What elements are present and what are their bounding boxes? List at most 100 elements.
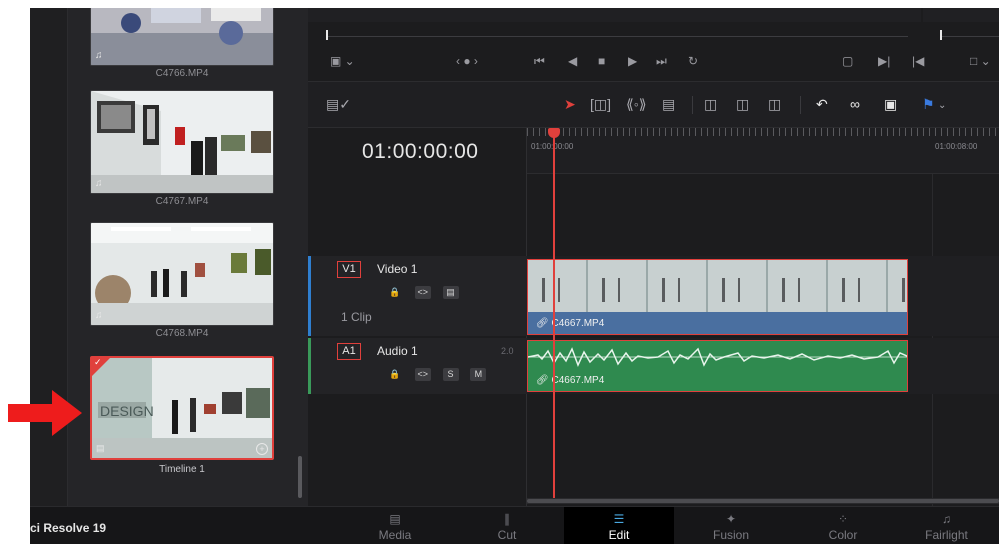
timeline-ruler[interactable]: 01:00:00:00 01:00:08:00 — [527, 128, 999, 174]
timeline-area[interactable]: 01:00:00:00 01:00:08:00 🔗︎ C4667.MP4 🔗︎ … — [527, 128, 999, 506]
page-navigation-bar: ci Resolve 19 ▤ Media ∥ Cut ☰ Edit ✦ Fus… — [30, 506, 999, 544]
play-reverse-icon[interactable]: ◀ — [568, 54, 577, 68]
timeline-playhead-small[interactable] — [940, 30, 942, 40]
clip-name: C4766.MP4 — [155, 68, 209, 79]
cut-page-icon: ∥ — [504, 512, 510, 526]
clip-thumbnail[interactable]: ♫ — [90, 8, 274, 66]
clip-name: Timeline 1 — [159, 464, 205, 475]
clip-view-dropdown-icon[interactable]: ▣ ⌄ — [330, 54, 355, 68]
clip-thumbnail[interactable]: ♫ — [90, 90, 274, 194]
clip-thumbnail-image — [91, 91, 273, 193]
viewer-transport: ▣ ⌄ ‹ ● › ⏮ ◀ ■ ▶ ⏭ ↻ ▢ ▶| |◀ □ ⌄ — [308, 8, 999, 82]
page-label: Color — [828, 528, 858, 542]
source-playhead[interactable] — [326, 30, 328, 40]
linked-selection-icon[interactable]: ∞ — [850, 96, 860, 112]
video-track-header[interactable]: V1 Video 1 🔒 <> ▤ 1 Clip — [308, 256, 527, 336]
audio-track-header[interactable]: A1 Audio 1 2.0 🔒 <> S M — [308, 338, 527, 394]
loop-icon[interactable]: ↻ — [688, 54, 698, 68]
mark-in-icon[interactable]: ▶| — [878, 54, 890, 68]
color-page-icon: ⁘ — [837, 512, 849, 526]
jump-to-end-icon[interactable]: ⏭ — [656, 54, 667, 68]
page-tab-edit[interactable]: ☰ Edit — [564, 507, 674, 544]
link-icon: 🔗︎ — [536, 375, 549, 386]
insert-clip-icon[interactable]: ◫ — [704, 96, 717, 112]
fusion-page-icon: ✦ — [725, 512, 737, 526]
audio-channels: 2.0 — [501, 346, 514, 356]
play-icon[interactable]: ▶ — [628, 54, 637, 68]
scrollbar-thumb[interactable] — [527, 499, 999, 503]
position-lock-icon[interactable]: ▣ — [884, 96, 897, 112]
lock-track-icon[interactable]: 🔒 — [387, 286, 403, 299]
replace-clip-icon[interactable]: ◫ — [768, 96, 781, 112]
page-tab-color[interactable]: ⁘ Color — [788, 507, 898, 544]
stop-icon[interactable]: ■ — [598, 54, 605, 68]
timeline-viewer-strip — [923, 8, 999, 22]
mark-out-icon[interactable]: |◀ — [912, 54, 924, 68]
page-label: Fairlight — [925, 528, 968, 542]
timeline-playhead[interactable] — [553, 128, 555, 498]
audio-clip-label: 🔗︎ C4667.MP4 — [536, 375, 604, 386]
page-tab-fusion[interactable]: ✦ Fusion — [676, 507, 786, 544]
selection-tool-icon[interactable]: ➤ — [564, 96, 576, 112]
clip-count: 1 Clip — [341, 310, 372, 324]
davinci-resolve-window: ♫ C4766.MP4 ♫ C4767.MP4 ♫ C4768.MP4 DESI… — [30, 8, 999, 544]
clip-thumbnail-image — [91, 223, 273, 325]
toolbar-separator — [800, 96, 801, 114]
track-headers: 01:00:00:00 V1 Video 1 🔒 <> ▤ 1 Clip A1 … — [308, 128, 527, 506]
page-label: Fusion — [712, 528, 750, 542]
timeline-scrubber[interactable] — [942, 36, 999, 37]
music-note-icon: ♫ — [95, 50, 103, 61]
page-tab-cut[interactable]: ∥ Cut — [452, 507, 562, 544]
snapping-icon[interactable]: ↶ — [816, 96, 828, 112]
timeline-thumbnail[interactable]: DESIGN ✓ ▤ + — [90, 356, 274, 460]
mute-button[interactable]: M — [470, 368, 487, 381]
track-id-a1[interactable]: A1 — [337, 343, 361, 360]
plus-circle-icon: + — [256, 443, 268, 455]
track-name[interactable]: Video 1 — [377, 262, 417, 276]
track-id-v1[interactable]: V1 — [337, 261, 361, 278]
disable-track-icon[interactable]: ▤ — [442, 286, 459, 299]
source-viewer-strip — [308, 8, 921, 22]
track-controls: 🔒 <> ▤ — [387, 286, 468, 299]
music-note-icon: ♫ — [95, 178, 103, 189]
dynamic-trim-icon[interactable]: ⟪◦⟫ — [626, 96, 647, 112]
audio-waveform — [528, 347, 907, 367]
ruler-label: 01:00:08:00 — [935, 142, 978, 151]
media-pool-scrollbar[interactable] — [298, 456, 302, 498]
page-label: Media — [378, 528, 412, 542]
auto-select-icon[interactable]: <> — [414, 286, 431, 299]
app-name: ci Resolve 19 — [30, 521, 107, 535]
track-name[interactable]: Audio 1 — [377, 344, 418, 358]
timeline-timecode[interactable]: 01:00:00:00 — [362, 140, 478, 164]
flag-icon[interactable]: ⚑ — [922, 96, 935, 112]
media-page-icon: ▤ — [389, 512, 401, 526]
audio-clip[interactable]: 🔗︎ C4667.MP4 — [527, 340, 908, 392]
toolbar-separator — [692, 96, 693, 114]
jump-to-start-icon[interactable]: ⏮ — [534, 54, 545, 68]
source-scrubber[interactable] — [328, 36, 908, 37]
timeline-view-options-icon[interactable]: ▤✓ — [326, 96, 351, 112]
page-tab-media[interactable]: ▤ Media — [340, 507, 450, 544]
video-clip-name: C4667.MP4 — [551, 318, 605, 329]
trim-tool-icon[interactable]: [◫] — [590, 96, 611, 112]
video-clip[interactable]: 🔗︎ C4667.MP4 — [527, 259, 908, 335]
clip-name: C4767.MP4 — [155, 196, 209, 207]
timeline-toolbar: ▤✓ ➤ [◫] ⟪◦⟫ ▤ ◫ ◫ ◫ ↶ ∞ ▣ ⚑ ⌄ — [308, 82, 999, 128]
solo-button[interactable]: S — [442, 368, 459, 381]
blade-tool-icon[interactable]: ▤ — [662, 96, 675, 112]
jog-control-icon[interactable]: ‹ ● › — [456, 54, 478, 68]
timeline-icon: ▤ — [96, 443, 105, 453]
auto-select-icon[interactable]: <> — [414, 368, 431, 381]
video-clip-frames — [528, 278, 907, 302]
lock-track-icon[interactable]: 🔒 — [387, 368, 403, 381]
match-frame-icon[interactable]: ▢ — [842, 54, 853, 68]
red-arrow-annotation-icon — [8, 390, 82, 436]
clip-thumbnail[interactable]: ♫ — [90, 222, 274, 326]
music-note-icon: ♫ — [95, 310, 103, 321]
viewer-options-icon[interactable]: □ ⌄ — [970, 54, 991, 68]
chevron-down-icon[interactable]: ⌄ — [938, 98, 946, 114]
timeline-horizontal-scrollbar[interactable] — [527, 498, 999, 504]
overwrite-clip-icon[interactable]: ◫ — [736, 96, 749, 112]
video-clip-label: 🔗︎ C4667.MP4 — [536, 318, 604, 329]
page-tab-fairlight[interactable]: ♫ Fairlight — [894, 507, 999, 544]
